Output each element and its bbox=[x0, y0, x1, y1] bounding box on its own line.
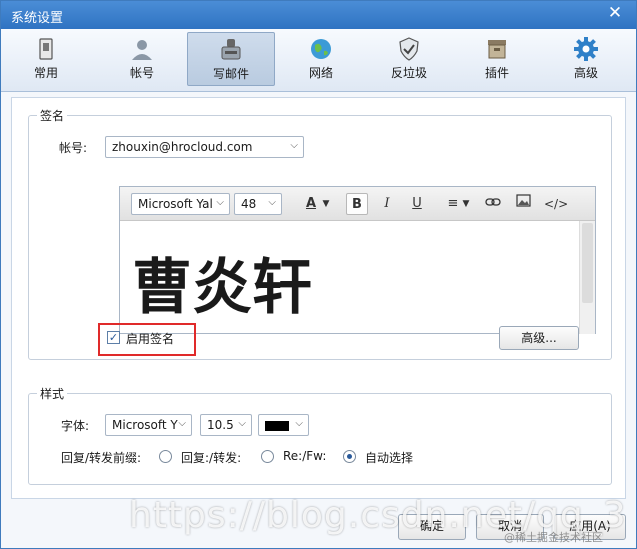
settings-toolbar: 常用 帐号 写邮件 网络 反垃圾 插件 高级 bbox=[1, 29, 636, 92]
watermark-url: https://blog.csdn.net/qq_3 bbox=[129, 495, 627, 536]
prefix-option-chinese[interactable] bbox=[159, 450, 172, 463]
tab-account[interactable]: 帐号 bbox=[102, 32, 182, 86]
window-title: 系统设置 bbox=[11, 11, 64, 26]
chevron-down-icon: ⌵ bbox=[238, 418, 246, 429]
tab-plugins-label: 插件 bbox=[484, 66, 509, 80]
account-value: zhouxin@hrocloud.com bbox=[112, 140, 253, 154]
tab-general-label: 常用 bbox=[33, 66, 58, 80]
network-globe-icon bbox=[311, 39, 331, 59]
tab-plugins[interactable]: 插件 bbox=[461, 32, 533, 86]
font-size-select[interactable]: 10.5 ⌵ bbox=[200, 414, 252, 436]
color-dropdown-icon[interactable]: ▼ bbox=[320, 193, 332, 215]
apply-button[interactable]: 应用(A) bbox=[554, 514, 626, 540]
tab-antispam-label: 反垃圾 bbox=[390, 66, 427, 80]
general-icon bbox=[39, 38, 53, 60]
anti-spam-shield-icon bbox=[399, 37, 419, 61]
prefix-option-chinese-label: 回复:/转发: bbox=[181, 451, 242, 465]
signature-group: 签名 帐号: zhouxin@hrocloud.com ⌵ Microsoft … bbox=[28, 107, 612, 360]
font-color-select[interactable]: ⌵ bbox=[258, 414, 309, 436]
signature-editor: Microsoft Yal ⌵ 48 ⌵ A ▼ B I U ≡ ▼ </> 曹… bbox=[119, 186, 596, 334]
tab-advanced[interactable]: 高级 bbox=[549, 32, 623, 86]
source-code-icon[interactable]: </> bbox=[544, 193, 568, 215]
editor-toolbar: Microsoft Yal ⌵ 48 ⌵ A ▼ B I U ≡ ▼ </> bbox=[120, 187, 595, 221]
font-label: 字体: bbox=[61, 419, 90, 433]
tab-account-label: 帐号 bbox=[129, 66, 154, 80]
tab-network[interactable]: 网络 bbox=[286, 32, 356, 86]
signature-legend: 签名 bbox=[37, 107, 68, 124]
prefix-option-auto[interactable] bbox=[343, 450, 356, 463]
gear-icon bbox=[574, 37, 598, 61]
signature-content[interactable]: 曹炎轩 bbox=[120, 221, 580, 334]
prefix-option-auto-label: 自动选择 bbox=[365, 451, 414, 465]
chevron-down-icon: ⌵ bbox=[290, 140, 298, 151]
ok-button[interactable]: 确定 bbox=[398, 514, 466, 540]
signature-advanced-button[interactable]: 高级... bbox=[499, 326, 579, 350]
chevron-down-icon: ⌵ bbox=[268, 197, 276, 208]
chevron-down-icon: ⌵ bbox=[216, 197, 224, 208]
prefix-option-english-label: Re:/Fw: bbox=[283, 449, 327, 463]
tab-compose-label: 写邮件 bbox=[212, 67, 249, 81]
tab-network-label: 网络 bbox=[308, 66, 333, 80]
tab-advanced-label: 高级 bbox=[573, 66, 598, 80]
style-group: 样式 字体: Microsoft Y ⌵ 10.5 ⌵ ⌵ 回复/转发前缀: 回… bbox=[28, 385, 612, 485]
tab-general[interactable]: 常用 bbox=[15, 32, 77, 86]
font-family-value: Microsoft Y bbox=[112, 418, 178, 432]
cancel-button[interactable]: 取消 bbox=[476, 514, 544, 540]
settings-content: 签名 帐号: zhouxin@hrocloud.com ⌵ Microsoft … bbox=[11, 97, 626, 499]
text-color-icon[interactable]: A bbox=[300, 193, 322, 215]
enable-signature-checkbox[interactable]: ✓ bbox=[107, 331, 120, 344]
editor-scrollbar[interactable] bbox=[579, 221, 595, 334]
close-icon[interactable]: ✕ bbox=[606, 4, 624, 22]
editor-size-select[interactable]: 48 ⌵ bbox=[234, 193, 282, 215]
compose-mail-icon bbox=[221, 39, 241, 60]
bold-icon[interactable]: B bbox=[346, 193, 368, 215]
editor-size-value: 48 bbox=[241, 197, 257, 211]
settings-window: 系统设置 ✕ 常用 帐号 写邮件 网络 反垃圾 插件 高级 签名 帐号: zho… bbox=[0, 0, 637, 549]
align-dropdown-icon[interactable]: ▼ bbox=[460, 193, 472, 215]
account-label: 帐号: bbox=[59, 141, 88, 155]
tab-antispam[interactable]: 反垃圾 bbox=[371, 32, 447, 86]
account-icon bbox=[132, 40, 152, 60]
italic-icon[interactable]: I bbox=[376, 193, 398, 215]
image-icon[interactable] bbox=[512, 193, 534, 215]
tab-compose[interactable]: 写邮件 bbox=[187, 32, 275, 86]
font-family-select[interactable]: Microsoft Y ⌵ bbox=[105, 414, 192, 436]
chevron-down-icon: ⌵ bbox=[178, 418, 186, 429]
prefix-label: 回复/转发前缀: bbox=[61, 451, 142, 465]
font-size-value: 10.5 bbox=[207, 418, 234, 432]
account-select[interactable]: zhouxin@hrocloud.com ⌵ bbox=[105, 136, 304, 158]
font-color-swatch bbox=[265, 420, 289, 431]
enable-signature-label: 启用签名 bbox=[126, 332, 175, 346]
plugin-box-icon bbox=[488, 40, 506, 59]
underline-icon[interactable]: U bbox=[406, 193, 428, 215]
editor-font-select[interactable]: Microsoft Yal ⌵ bbox=[131, 193, 230, 215]
scrollbar-thumb[interactable] bbox=[582, 223, 593, 303]
editor-font-value: Microsoft Yal bbox=[138, 197, 213, 211]
prefix-option-english[interactable] bbox=[261, 450, 274, 463]
title-bar: 系统设置 ✕ bbox=[1, 1, 636, 29]
chevron-down-icon: ⌵ bbox=[295, 418, 303, 429]
style-legend: 样式 bbox=[37, 385, 68, 402]
link-icon[interactable] bbox=[482, 193, 504, 215]
